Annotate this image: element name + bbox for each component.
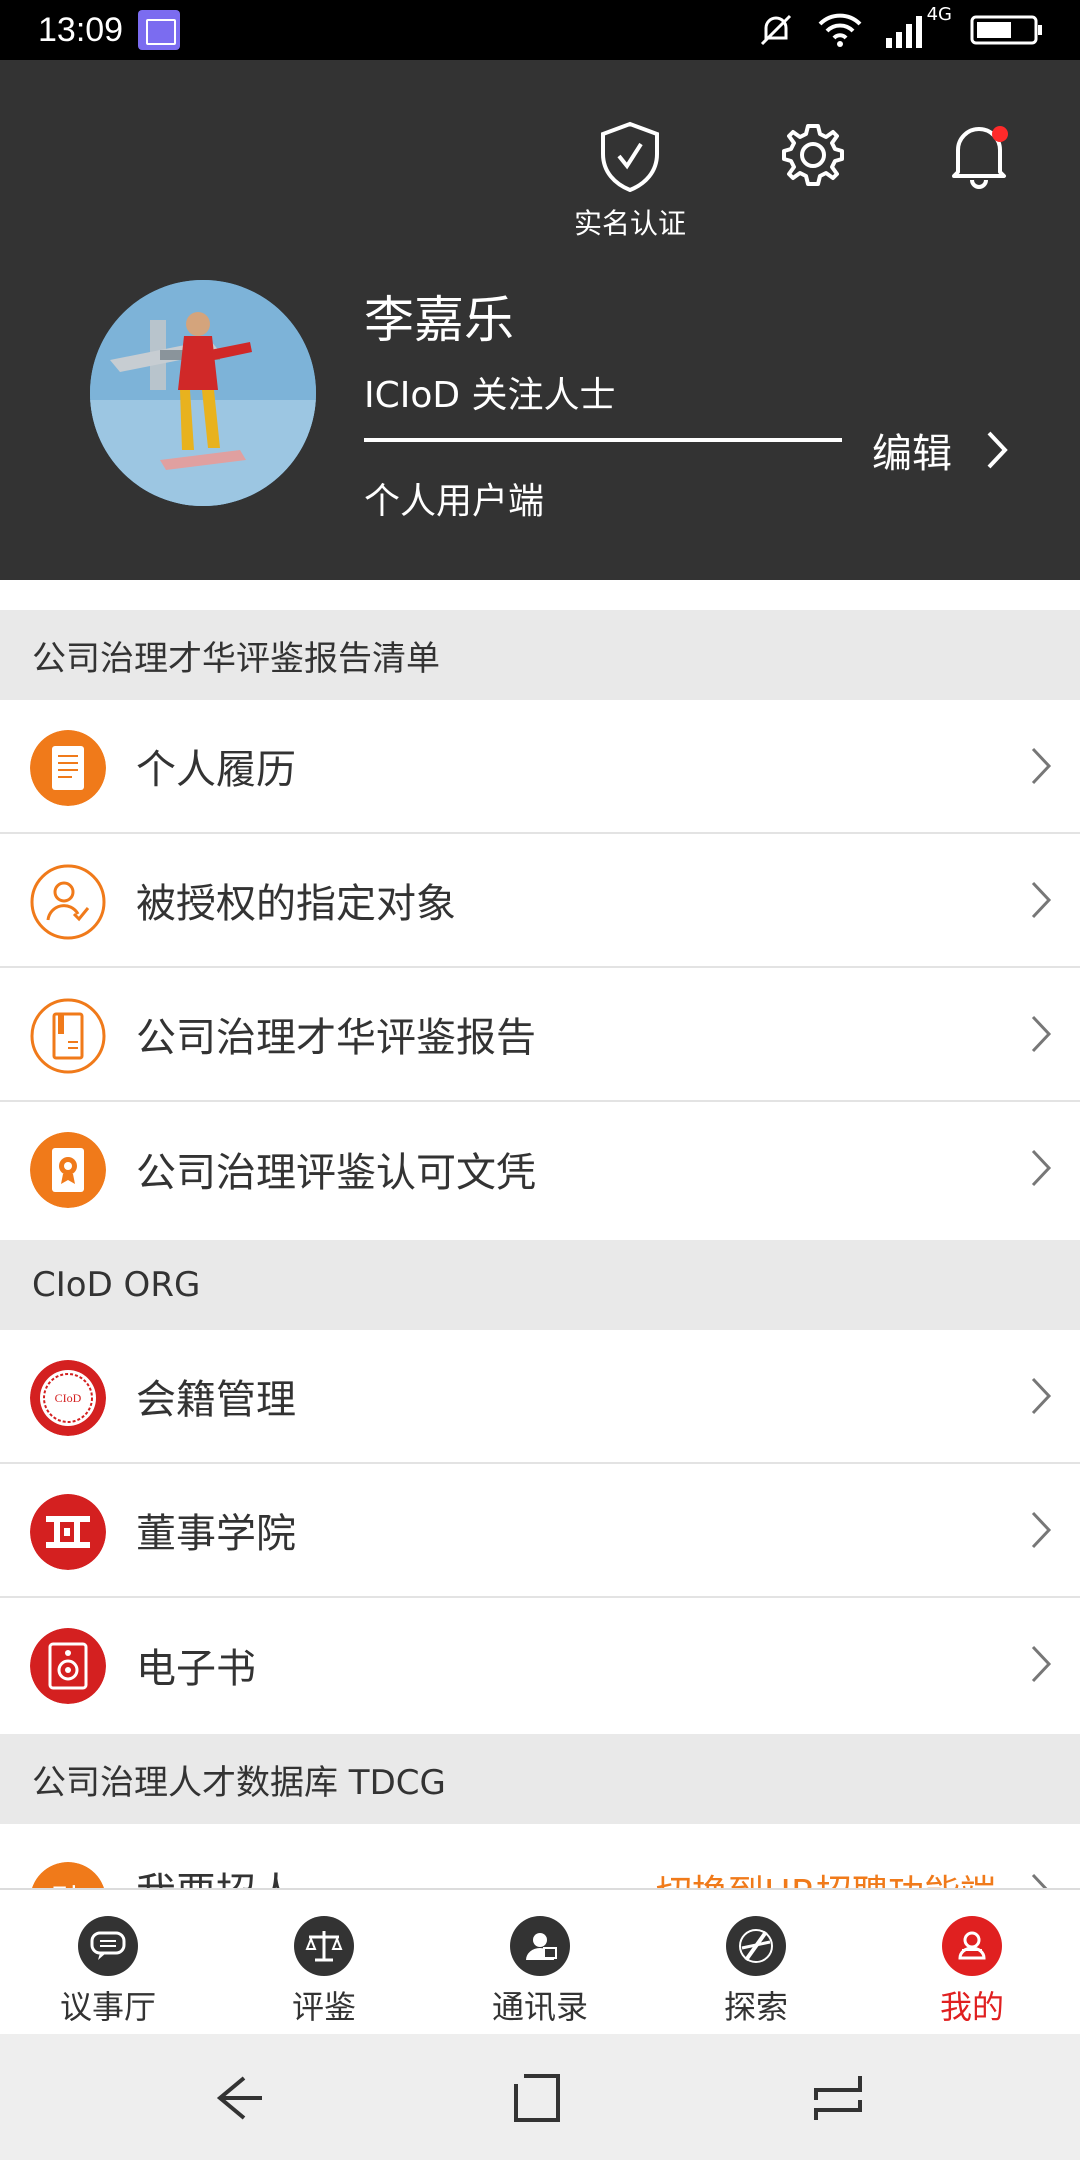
tab-council-hall[interactable]: 议事厅 xyxy=(18,1916,198,2028)
report-icon xyxy=(30,998,106,1074)
status-bar: 13:09 4G xyxy=(0,0,1080,60)
list-item-diploma[interactable]: 公司治理评鉴认可文凭 xyxy=(0,1102,1080,1236)
home-icon[interactable] xyxy=(510,2070,570,2126)
network-type: 4G xyxy=(926,4,952,25)
list-item-label: 被授权的指定对象 xyxy=(136,881,456,927)
switch-hr-mode-link[interactable]: 切换到HR招聘功能端 xyxy=(656,1864,996,1888)
status-time: 13:09 xyxy=(38,11,124,49)
ebook-icon xyxy=(30,1628,106,1704)
battery-icon xyxy=(970,15,1042,45)
list-item-hire[interactable]: 聘 我要招人 切换到HR招聘功能端 xyxy=(0,1824,1080,1888)
recent-apps-icon[interactable] xyxy=(810,2070,870,2126)
chevron-right-icon xyxy=(1031,1377,1052,1415)
section-header-ciod-org: CIoD ORG xyxy=(0,1240,1080,1330)
username: 李嘉乐 xyxy=(364,291,514,349)
notifications-button[interactable] xyxy=(948,120,1010,190)
tab-label: 探索 xyxy=(723,1988,788,2026)
list-item-label: 公司治理评鉴认可文凭 xyxy=(136,1150,536,1196)
tab-evaluation[interactable]: 评鉴 xyxy=(234,1916,414,2028)
profile-divider xyxy=(364,438,842,442)
edit-label: 编辑 xyxy=(872,431,952,477)
user-role: ICIoD 关注人士 xyxy=(364,375,616,416)
header-gap xyxy=(0,580,1080,610)
tab-contacts[interactable]: 通讯录 xyxy=(450,1916,630,2028)
diploma-icon xyxy=(30,1132,106,1208)
tab-mine[interactable]: 我的 xyxy=(882,1916,1062,2028)
tab-label: 通讯录 xyxy=(491,1988,588,2026)
wifi-icon xyxy=(818,13,862,47)
avatar[interactable] xyxy=(90,280,316,506)
chevron-right-icon xyxy=(1031,1645,1052,1683)
verify-button[interactable]: 实名认证 xyxy=(560,120,700,242)
section-header-talent-database: 公司治理人才数据库 TDCG xyxy=(0,1734,1080,1824)
list-item-resume[interactable]: 个人履历 xyxy=(0,700,1080,834)
chevron-right-icon xyxy=(1031,1873,1048,1888)
profile-icon xyxy=(942,1916,1002,1976)
chevron-right-icon xyxy=(1031,881,1052,919)
back-icon[interactable] xyxy=(210,2070,270,2126)
avatar-image-icon xyxy=(90,280,316,506)
status-icons: 4G xyxy=(756,4,1044,52)
list-item-label: 公司治理才华评鉴报告 xyxy=(136,1015,536,1061)
svg-text:CIoD: CIoD xyxy=(55,1391,82,1405)
verify-label: 实名认证 xyxy=(573,207,686,240)
resume-icon xyxy=(30,730,106,806)
gallery-notification-icon xyxy=(138,10,180,50)
list-item-director-academy[interactable]: 董事学院 xyxy=(0,1464,1080,1598)
gear-icon xyxy=(782,124,844,186)
authorized-person-icon xyxy=(30,864,106,940)
client-type: 个人用户端 xyxy=(364,481,545,522)
signal-icon xyxy=(886,16,922,48)
list-item-authorized-person[interactable]: 被授权的指定对象 xyxy=(0,834,1080,968)
edit-profile-button[interactable]: 编辑 xyxy=(872,420,1008,480)
system-nav-bar xyxy=(0,2034,1080,2160)
chevron-right-icon xyxy=(987,431,1008,469)
tab-label: 我的 xyxy=(939,1988,1004,2026)
list-item-label: 个人履历 xyxy=(136,747,296,793)
list-item-talent-report[interactable]: 公司治理才华评鉴报告 xyxy=(0,968,1080,1102)
scale-icon xyxy=(294,1916,354,1976)
chevron-right-icon xyxy=(1031,1015,1052,1053)
profile-header: 实名认证 李嘉乐 ICIoD 关注人士 个人用户端 编辑 xyxy=(0,60,1080,580)
list-item-membership[interactable]: CIoD 会籍管理 xyxy=(0,1330,1080,1464)
tab-label: 评鉴 xyxy=(291,1988,356,2026)
chat-icon xyxy=(78,1916,138,1976)
settings-button[interactable] xyxy=(778,120,848,190)
chevron-right-icon xyxy=(1031,1511,1052,1549)
signal-4g-indicator: 4G xyxy=(884,4,952,50)
chevron-right-icon xyxy=(1031,1149,1052,1187)
bottom-nav: 议事厅 评鉴 通讯录 探索 我的 xyxy=(0,1888,1080,2034)
hire-icon: 聘 xyxy=(31,1862,105,1888)
explore-icon xyxy=(726,1916,786,1976)
section-header-talent-reports: 公司治理才华评鉴报告清单 xyxy=(0,610,1080,700)
list-item-ebook[interactable]: 电子书 xyxy=(0,1598,1080,1732)
chevron-right-icon xyxy=(1031,747,1052,785)
contacts-icon xyxy=(510,1916,570,1976)
notification-dot xyxy=(992,126,1008,142)
list-item-label: 我要招人 xyxy=(136,1860,296,1888)
list-item-label: 董事学院 xyxy=(136,1511,296,1557)
academy-icon xyxy=(30,1494,106,1570)
tab-label: 议事厅 xyxy=(59,1988,156,2026)
ciod-seal-icon: CIoD xyxy=(30,1360,106,1436)
tab-explore[interactable]: 探索 xyxy=(666,1916,846,2028)
list-item-label: 会籍管理 xyxy=(136,1377,296,1423)
mute-bell-icon xyxy=(760,14,792,46)
shield-check-icon xyxy=(601,121,659,192)
list-item-label: 电子书 xyxy=(136,1646,256,1692)
